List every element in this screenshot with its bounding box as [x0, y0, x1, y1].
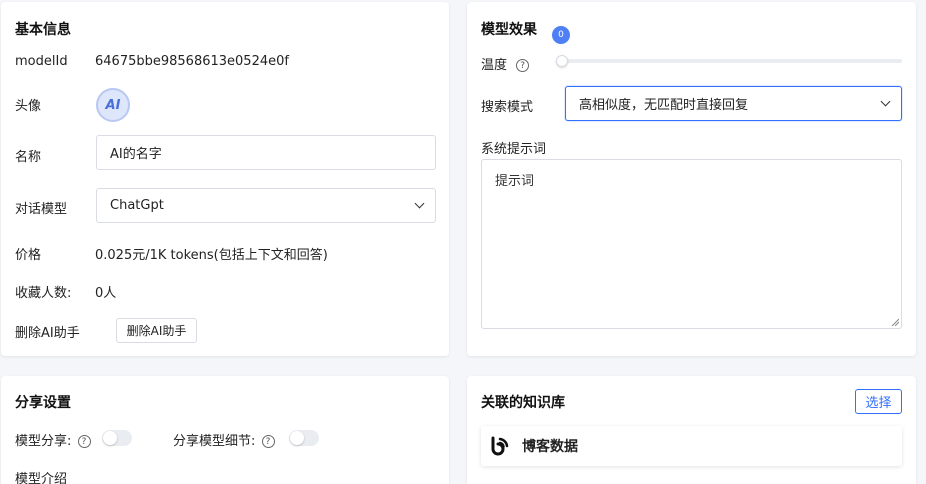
chat-model-select[interactable]: ChatGpt	[96, 188, 436, 223]
linked-kb-card: 关联的知识库 选择 博客数据	[467, 376, 916, 484]
name-input[interactable]: AI的名字	[96, 135, 436, 170]
model-detail-share-toggle[interactable]	[289, 430, 319, 446]
avatar-label: 头像	[15, 99, 42, 114]
avatar-ai-logo: AI	[105, 97, 121, 113]
favorites-value: 0人	[95, 286, 117, 301]
model-detail-share-label: 分享模型细节: ?	[173, 430, 275, 449]
name-input-value: AI的名字	[110, 147, 162, 162]
share-settings-card: 分享设置 模型分享: ? 分享模型细节: ? 模型介绍	[1, 376, 449, 484]
help-icon[interactable]: ?	[77, 435, 91, 448]
resize-handle-icon[interactable]	[891, 318, 899, 326]
model-intro-label: 模型介绍	[15, 472, 68, 484]
favorites-label: 收藏人数:	[15, 286, 72, 301]
slider-track	[561, 59, 902, 63]
chevron-down-icon	[414, 198, 425, 209]
linked-kb-title: 关联的知识库	[481, 395, 565, 411]
kb-item[interactable]: 博客数据	[481, 426, 902, 466]
help-icon[interactable]: ?	[261, 435, 275, 448]
system-prompt-textarea[interactable]: 提示词	[481, 159, 902, 329]
kb-item-name: 博客数据	[522, 439, 578, 455]
temperature-label-text: 温度	[481, 58, 508, 73]
temperature-label: 温度 ?	[481, 54, 530, 73]
price-label: 价格	[15, 248, 42, 263]
chevron-down-icon	[880, 96, 891, 107]
temperature-slider[interactable]: 0	[552, 26, 902, 67]
share-settings-title: 分享设置	[15, 395, 71, 411]
model-share-label: 模型分享: ?	[15, 430, 91, 449]
avatar[interactable]: AI	[96, 88, 130, 122]
delete-assistant-label: 删除AI助手	[15, 326, 80, 341]
search-mode-select[interactable]: 高相似度，无匹配时直接回复	[565, 86, 902, 121]
model-share-toggle[interactable]	[102, 430, 132, 446]
slider-handle[interactable]	[556, 55, 568, 67]
model-detail-share-label-text: 分享模型细节:	[173, 434, 256, 449]
model-effect-card: 模型效果 温度 ? 0 搜索模式 高相似度，无匹配时直接回复 系统提示词 提示词	[467, 2, 916, 356]
basic-info-card: 基本信息 modelId 64675bbe98568613e0524e0f 头像…	[1, 2, 449, 356]
name-label: 名称	[15, 150, 42, 165]
model-share-label-text: 模型分享:	[15, 434, 72, 449]
search-mode-label: 搜索模式	[481, 100, 534, 115]
model-id-value: 64675bbe98568613e0524e0f	[95, 54, 289, 69]
chat-model-label: 对话模型	[15, 202, 68, 217]
basic-info-title: 基本信息	[15, 22, 71, 38]
model-effect-title: 模型效果	[481, 22, 537, 38]
search-mode-value: 高相似度，无匹配时直接回复	[579, 98, 749, 113]
help-icon[interactable]: ?	[516, 59, 530, 72]
delete-assistant-button[interactable]: 删除AI助手	[116, 318, 197, 343]
chat-model-value: ChatGpt	[110, 198, 164, 213]
blog-icon	[491, 436, 509, 456]
model-id-label: modelId	[15, 54, 68, 69]
price-value: 0.025元/1K tokens(包括上下文和回答)	[95, 248, 328, 263]
system-prompt-placeholder: 提示词	[495, 174, 535, 189]
system-prompt-label: 系统提示词	[481, 142, 547, 157]
select-kb-button[interactable]: 选择	[855, 389, 902, 414]
slider-value-badge: 0	[552, 26, 570, 44]
